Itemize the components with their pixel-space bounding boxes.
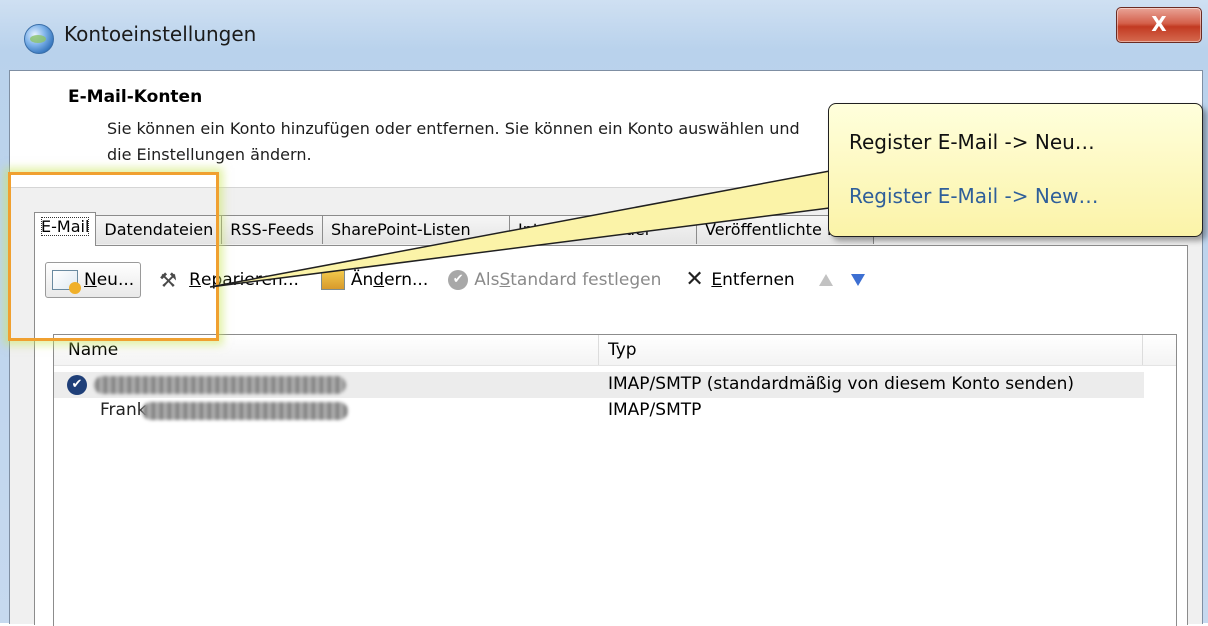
x-icon: ✕: [685, 267, 704, 292]
default-account-icon: ✔: [67, 375, 87, 395]
redacted-name: [142, 402, 348, 420]
section-description: Sie können ein Konto hinzufügen oder ent…: [107, 119, 800, 164]
check-circle-icon: ✔: [448, 270, 469, 290]
column-header-type[interactable]: Typ: [608, 340, 637, 360]
change-account-icon: [320, 270, 345, 290]
table-row[interactable]: ✔ IMAP/SMTP (standardmäßig von diesem Ko…: [54, 372, 1144, 398]
callout-german-text: Register E-Mail -> Neu…: [849, 130, 1095, 154]
list-header: Name Typ: [54, 335, 1176, 366]
tab-sharepoint-lists[interactable]: SharePoint-Listen: [322, 215, 510, 244]
tab-internet-calendars[interactable]: Internetkalender: [509, 215, 697, 244]
arrow-up-icon[interactable]: [818, 274, 833, 286]
tab-rss-feeds[interactable]: RSS-Feeds: [221, 215, 323, 244]
change-button[interactable]: Än d ern...: [315, 263, 434, 297]
accounts-list: Name Typ ✔ IMAP/SMTP (standardmäßig von …: [53, 334, 1177, 626]
callout-english-text: Register E-Mail -> New…: [849, 184, 1099, 208]
set-default-button[interactable]: ✔ Als Standard festlegen: [442, 263, 667, 297]
remove-button[interactable]: ✕ Entfernen: [679, 263, 800, 297]
arrow-down-icon[interactable]: [850, 274, 865, 286]
section-title: E-Mail-Konten: [68, 87, 203, 107]
outlook-globe-icon: [24, 24, 54, 54]
redacted-name: [94, 376, 346, 394]
column-header-name[interactable]: Name: [68, 340, 118, 360]
column-divider[interactable]: [598, 335, 599, 365]
account-type: IMAP/SMTP: [608, 400, 702, 420]
title-bar: Kontoeinstellungen X: [0, 0, 1208, 70]
window-title: Kontoeinstellungen: [64, 22, 257, 46]
table-row[interactable]: Frank IMAP/SMTP: [54, 398, 1144, 424]
column-divider[interactable]: [1142, 335, 1143, 365]
annotation-callout: Register E-Mail -> Neu… Register E-Mail …: [828, 103, 1203, 237]
account-type: IMAP/SMTP (standardmäßig von diesem Kont…: [608, 374, 1075, 394]
account-name: Frank: [100, 400, 147, 420]
highlight-box: [8, 172, 219, 341]
close-button[interactable]: X: [1116, 7, 1202, 43]
